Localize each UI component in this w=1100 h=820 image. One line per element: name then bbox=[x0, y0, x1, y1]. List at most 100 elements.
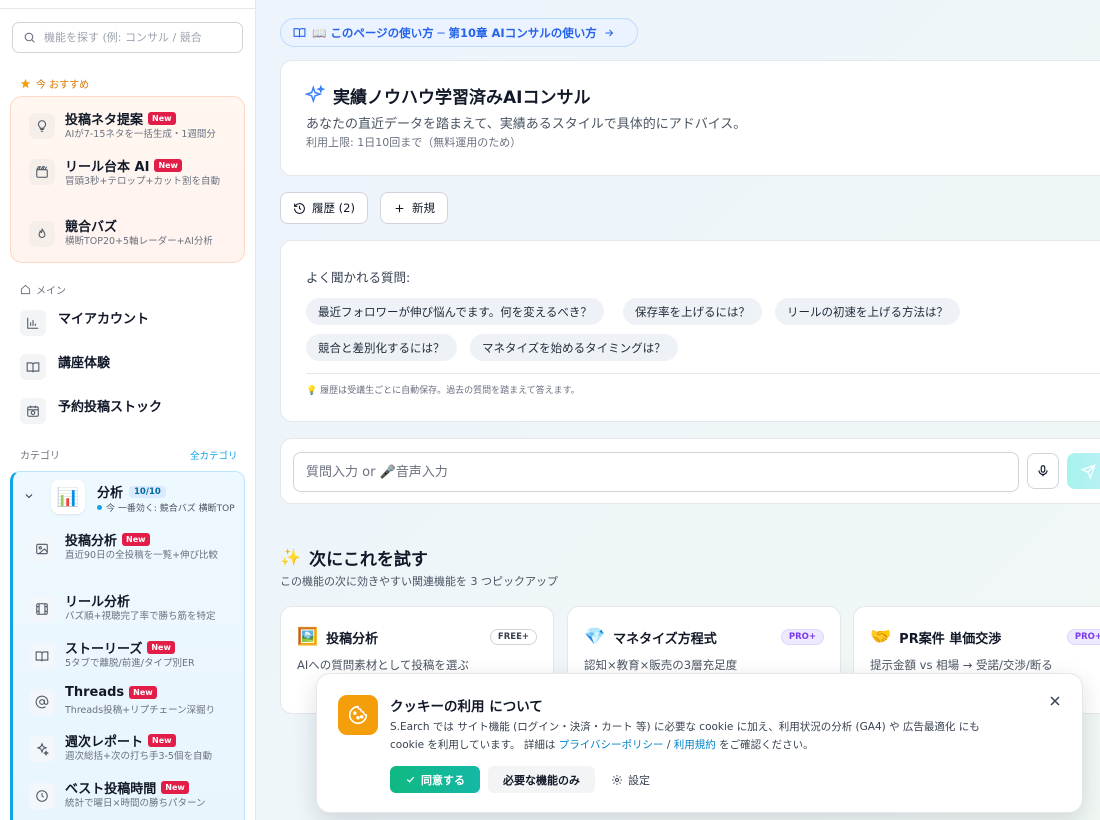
category-item-desc: 統計で曜日×時間の勝ちパターン bbox=[65, 798, 206, 809]
cookie-body-text: をご確認ください。 bbox=[715, 739, 814, 751]
sparkles-emoji-icon: ✨ bbox=[280, 547, 302, 568]
category-item-title: ベスト投稿時間 New bbox=[65, 778, 189, 797]
history-button[interactable]: 履歴 (2) bbox=[280, 192, 368, 224]
bar-chart-emoji-icon: 📊 bbox=[51, 480, 85, 514]
recommended-title-text: 投稿ネタ提案 bbox=[65, 113, 144, 128]
clock-icon bbox=[29, 783, 55, 809]
plan-badge: PRO+ bbox=[780, 629, 824, 645]
faq-card: よく聞かれる質問: 最近フォロワーが伸び悩んでます。何を変えるべき？ 保存率を上… bbox=[280, 240, 1100, 422]
gear-icon bbox=[612, 774, 622, 785]
sidebar-item-my-account[interactable]: マイアカウント bbox=[20, 310, 149, 336]
category-item-title-text: ストーリーズ bbox=[65, 642, 143, 657]
divider bbox=[0, 8, 255, 9]
category-count-badge: 10/10 bbox=[129, 485, 166, 498]
star-icon bbox=[20, 78, 31, 89]
suggestion-card-title: 🖼️ 投稿分析 bbox=[297, 627, 378, 647]
arrow-right-icon bbox=[605, 29, 613, 36]
send-button[interactable] bbox=[1067, 453, 1100, 489]
suggestion-card-title: 💎 マネタイズ方程式 bbox=[584, 627, 717, 647]
lightbulb-icon bbox=[29, 113, 55, 139]
recommended-title-text: リール台本 AI bbox=[65, 160, 150, 175]
category-item-desc: 週次総括+次の打ち手3-5個を自動 bbox=[65, 751, 212, 762]
cookie-settings-button[interactable]: 設定 bbox=[611, 766, 650, 793]
accept-cookies-button[interactable]: 同意する bbox=[390, 766, 480, 793]
faq-note-text: 履歴は受講生ごとに自動保存。過去の質問を踏まえて答えます。 bbox=[320, 386, 580, 396]
voice-input-button[interactable] bbox=[1027, 453, 1059, 489]
next-section-title: ✨ 次にこれを試す bbox=[280, 545, 428, 571]
feature-search[interactable] bbox=[12, 22, 243, 53]
terms-link[interactable]: 利用規約 bbox=[674, 739, 716, 751]
faq-chip[interactable]: 最近フォロワーが伸び悩んでます。何を変えるべき？ bbox=[306, 298, 604, 325]
recommended-title: 競合バズ bbox=[65, 220, 118, 235]
new-button-label: 新規 bbox=[412, 201, 435, 215]
recommend-label: 今 おすすめ bbox=[20, 76, 89, 91]
suggestion-card-title-text: 投稿分析 bbox=[326, 631, 379, 647]
accept-cookies-label: 同意する bbox=[421, 773, 465, 787]
all-categories-link[interactable]: 全カテゴリ bbox=[190, 448, 238, 462]
sidebar-item-label: 予約投稿ストック bbox=[58, 400, 163, 415]
divider bbox=[306, 373, 1100, 374]
plan-badge: PRO+ bbox=[1066, 629, 1100, 645]
chevron-down-icon[interactable] bbox=[23, 490, 35, 502]
category-item-desc: Threads投稿+リプチェーン深掘り bbox=[65, 705, 216, 716]
necessary-only-button[interactable]: 必要な機能のみ bbox=[488, 766, 595, 793]
image-icon bbox=[29, 536, 55, 562]
category-item-title-text: リール分析 bbox=[65, 595, 131, 610]
microphone-icon bbox=[1038, 465, 1048, 477]
film-icon bbox=[29, 596, 55, 622]
check-icon bbox=[406, 776, 415, 783]
recommended-title: リール台本 AI New bbox=[65, 156, 182, 175]
privacy-policy-link[interactable]: プライバシーポリシー bbox=[559, 739, 664, 751]
page-title: 実績ノウハウ学習済みAIコンサル bbox=[333, 88, 591, 108]
recommended-desc: AIが7-15ネタを一括生成・1週間分 bbox=[65, 129, 216, 140]
search-icon bbox=[24, 32, 35, 43]
usage-limit: 利用上限: 1日10回まで（無料運用のため） bbox=[306, 136, 522, 149]
cookie-body: S.Earch では サイト機能 (ログイン・決済・カート 等) に必要な co… bbox=[390, 718, 1010, 754]
category-item-title-text: 週次レポート bbox=[65, 735, 144, 750]
recommended-title: 投稿ネタ提案 New bbox=[65, 109, 176, 128]
new-button[interactable]: 新規 bbox=[380, 192, 448, 224]
new-badge: New bbox=[147, 641, 175, 654]
suggestion-card-title: 🤝 PR案件 単価交渉 bbox=[870, 627, 1001, 647]
sidebar-item-label: マイアカウント bbox=[58, 312, 150, 327]
category-item-title: 週次レポート New bbox=[65, 731, 176, 750]
faq-chip[interactable]: 保存率を上げるには？ bbox=[623, 298, 762, 325]
history-button-label: 履歴 (2) bbox=[312, 201, 355, 215]
plan-badge: FREE+ bbox=[489, 629, 537, 645]
howto-pill[interactable]: 📖 このページの使い方 ─ 第10章 AIコンサルの使い方 bbox=[280, 18, 638, 47]
page-description: あなたの直近データを踏まえて、実績あるスタイルで具体的にアドバイス。 bbox=[306, 117, 747, 132]
question-input[interactable] bbox=[293, 452, 1019, 492]
at-sign-icon bbox=[29, 689, 55, 715]
status-dot bbox=[97, 505, 102, 510]
next-section-subtitle: この機能の次に効きやすい関連機能を 3 つピックアップ bbox=[280, 575, 558, 588]
cookie-icon bbox=[338, 695, 378, 735]
category-item-desc: 5タブで離脱/前進/タイプ別ER bbox=[65, 658, 195, 669]
sidebar-item-scheduled-posts[interactable]: 予約投稿ストック bbox=[20, 398, 162, 424]
search-input[interactable] bbox=[44, 31, 234, 44]
recommended-desc: 冒頭3秒+テロップ+カット割を自動 bbox=[65, 176, 220, 187]
faq-chip[interactable]: リールの初速を上げる方法は？ bbox=[775, 298, 960, 325]
category-item-title-text: ベスト投稿時間 bbox=[65, 782, 157, 797]
new-badge: New bbox=[129, 686, 157, 699]
plus-icon bbox=[395, 204, 404, 212]
category-item-title: 投稿分析 New bbox=[65, 530, 150, 549]
sidebar-item-label: 講座体験 bbox=[58, 356, 111, 371]
book-open-icon bbox=[20, 354, 46, 380]
gem-emoji-icon: 💎 bbox=[584, 627, 606, 647]
new-badge: New bbox=[148, 734, 176, 747]
close-icon[interactable] bbox=[1047, 693, 1063, 709]
cookie-banner: クッキーの利用 について S.Earch では サイト機能 (ログイン・決済・カ… bbox=[316, 673, 1083, 813]
category-title-text: 分析 bbox=[97, 486, 124, 501]
cookie-title: クッキーの利用 について bbox=[390, 699, 543, 715]
category-section-label: カテゴリ bbox=[20, 451, 60, 462]
faq-chip[interactable]: マネタイズを始めるタイミングは？ bbox=[470, 334, 678, 361]
new-badge: New bbox=[154, 159, 182, 172]
bar-chart-icon bbox=[20, 310, 46, 336]
main-section-label-text: メイン bbox=[36, 286, 66, 297]
faq-chip[interactable]: 競合と差別化するには？ bbox=[306, 334, 457, 361]
howto-text: 📖 このページの使い方 ─ 第10章 AIコンサルの使い方 bbox=[312, 25, 597, 40]
suggestion-card-desc: 認知×教育×販売の3層充足度 bbox=[584, 658, 738, 672]
category-subtitle: 今 一番効く: 競合バズ 横断TOP bbox=[97, 501, 235, 514]
sidebar-item-course[interactable]: 講座体験 bbox=[20, 354, 110, 380]
category-title[interactable]: 分析 10/10 bbox=[97, 482, 166, 501]
